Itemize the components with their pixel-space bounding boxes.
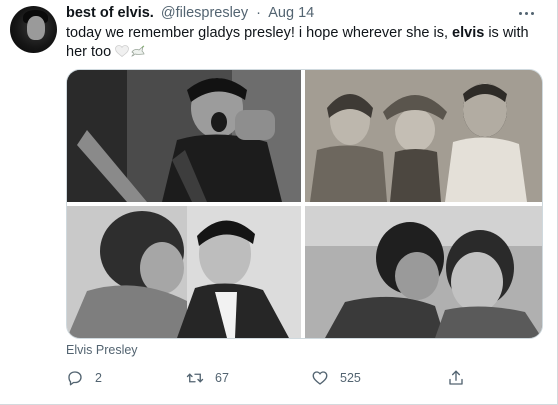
- tweet-date[interactable]: Aug 14: [268, 5, 314, 21]
- photo-presley-family[interactable]: [305, 70, 542, 202]
- share-icon: [449, 370, 463, 385]
- tweet-actions: 2 67 525: [66, 366, 506, 390]
- dove-icon: [131, 45, 145, 57]
- avatar-face: [27, 16, 45, 40]
- author-name[interactable]: best of elvis.: [66, 5, 154, 21]
- photo-elvis-kissing-gladys[interactable]: [305, 206, 542, 338]
- media-grid[interactable]: [66, 69, 543, 339]
- tweet-text-bold: elvis: [452, 25, 485, 41]
- photo-elvis-singing[interactable]: [67, 70, 301, 202]
- media-caption[interactable]: Elvis Presley: [66, 343, 138, 357]
- photo-elvis-kissed[interactable]: [67, 206, 301, 338]
- retweet-count: 67: [215, 371, 229, 385]
- reply-button[interactable]: 2: [66, 366, 102, 390]
- tweet-text-part: today we remember gladys presley! i hope…: [66, 25, 453, 41]
- reply-icon: [68, 371, 82, 386]
- header-separator: ·: [256, 5, 261, 21]
- tweet-card[interactable]: best of elvis. @filespresley · Aug 14 to…: [0, 0, 558, 405]
- heart-icon: [312, 371, 328, 385]
- white-heart-icon: [115, 45, 130, 57]
- like-button[interactable]: 525: [311, 366, 361, 390]
- more-options-icon[interactable]: [519, 10, 539, 16]
- share-button[interactable]: [447, 366, 465, 390]
- retweet-icon: [186, 373, 204, 383]
- tweet-header: best of elvis. @filespresley · Aug 14: [66, 4, 314, 23]
- avatar[interactable]: [10, 6, 57, 53]
- author-handle[interactable]: @filespresley: [161, 5, 248, 21]
- reply-count: 2: [95, 371, 102, 385]
- tweet-text: today we remember gladys presley! i hope…: [66, 24, 536, 62]
- retweet-button[interactable]: 67: [186, 366, 229, 390]
- like-count: 525: [340, 371, 361, 385]
